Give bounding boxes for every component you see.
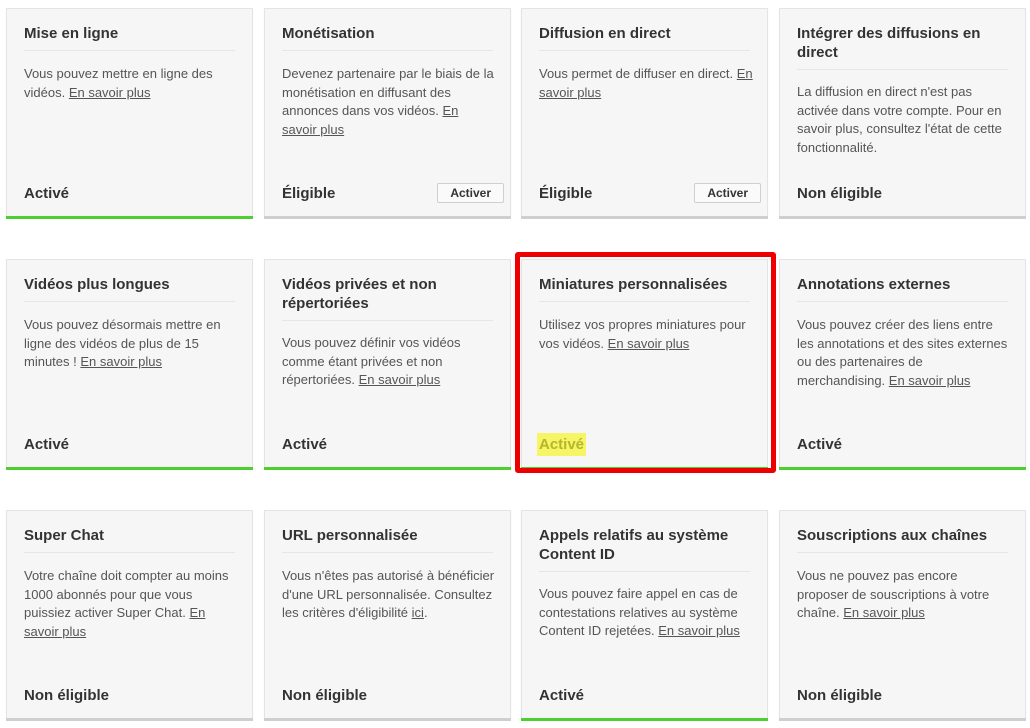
learn-more-link[interactable]: En savoir plus xyxy=(69,85,151,100)
feature-card: Mise en ligne Vous pouvez mettre en ligne… xyxy=(6,8,253,219)
description-text: La diffusion en direct n'est pas activée… xyxy=(797,84,1002,155)
learn-more-link[interactable]: En savoir plus xyxy=(658,623,740,638)
description-text: Vous n'êtes pas autorisé à bénéficier d'… xyxy=(282,568,495,620)
feature-card: Appels relatifs au système Content ID Vou… xyxy=(521,510,768,721)
activate-button[interactable]: Activer xyxy=(437,183,504,203)
status-label: Non éligible xyxy=(24,687,109,704)
status-bar xyxy=(521,467,768,470)
status-label: Activé xyxy=(797,436,842,453)
card-description: Vous pouvez définir vos vidéos comme éta… xyxy=(282,334,496,390)
status-text: Activé xyxy=(797,436,843,453)
status-bar xyxy=(779,216,1026,219)
status-label: Activé xyxy=(24,436,69,453)
status-label: Non éligible xyxy=(797,687,882,704)
status-text: Éligible xyxy=(539,185,593,202)
status-bar xyxy=(6,718,253,721)
card-title: Monétisation xyxy=(282,24,493,51)
card-title: URL personnalisée xyxy=(282,526,493,553)
status-label: Activé xyxy=(282,436,327,453)
feature-card: Vidéos plus longues Vous pouvez désormais… xyxy=(6,259,253,470)
status-bar xyxy=(264,718,511,721)
status-text: Activé xyxy=(24,436,70,453)
status-text: Activé xyxy=(24,185,70,202)
card-description: Vous ne pouvez pas encore proposer de so… xyxy=(797,567,1011,623)
learn-more-link[interactable]: En savoir plus xyxy=(843,605,925,620)
status-text: Activé xyxy=(539,687,585,704)
card-title: Mise en ligne xyxy=(24,24,235,51)
activate-button[interactable]: Activer xyxy=(694,183,761,203)
card-description: La diffusion en direct n'est pas activée… xyxy=(797,83,1011,157)
learn-more-link[interactable]: ici xyxy=(412,605,424,620)
feature-card: Souscriptions aux chaînes Vous ne pouvez … xyxy=(779,510,1026,721)
card-description: Utilisez vos propres miniatures pour vos… xyxy=(539,316,753,353)
feature-card: Miniatures personnalisées Utilisez vos pr… xyxy=(521,259,768,470)
learn-more-link[interactable]: En savoir plus xyxy=(889,373,971,388)
status-label: Activé xyxy=(539,687,584,704)
card-description: Votre chaîne doit compter au moins 1000 … xyxy=(24,567,238,641)
card-title: Vidéos plus longues xyxy=(24,275,235,302)
status-text: Non éligible xyxy=(282,687,368,704)
card-description: Vous permet de diffuser en direct. En sa… xyxy=(539,65,753,102)
card-title: Annotations externes xyxy=(797,275,1008,302)
status-bar xyxy=(264,467,511,470)
card-title: Diffusion en direct xyxy=(539,24,750,51)
description-text: Vous permet de diffuser en direct. xyxy=(539,66,737,81)
status-bar xyxy=(521,718,768,721)
card-description: Devenez partenaire par le biais de la mo… xyxy=(282,65,496,139)
card-description: Vous pouvez faire appel en cas de contes… xyxy=(539,585,753,641)
card-title: Appels relatifs au système Content ID xyxy=(539,526,750,572)
status-bar xyxy=(264,216,511,219)
feature-card: URL personnalisée Vous n'êtes pas autoris… xyxy=(264,510,511,721)
status-bar xyxy=(6,216,253,219)
status-bar xyxy=(521,216,768,219)
feature-card: Vidéos privées et non répertoriées Vous p… xyxy=(264,259,511,470)
card-title: Super Chat xyxy=(24,526,235,553)
feature-card: Intégrer des diffusions en direct La diff… xyxy=(779,8,1026,219)
card-description: Vous n'êtes pas autorisé à bénéficier d'… xyxy=(282,567,496,623)
learn-more-link[interactable]: En savoir plus xyxy=(359,372,441,387)
learn-more-link[interactable]: En savoir plus xyxy=(608,336,690,351)
status-label: Activé xyxy=(537,433,587,456)
status-text: Activé xyxy=(282,436,328,453)
feature-card: Monétisation Devenez partenaire par le bi… xyxy=(264,8,511,219)
status-label: Non éligible xyxy=(797,185,882,202)
status-label: Non éligible xyxy=(282,687,367,704)
status-label: Activé xyxy=(24,185,69,202)
card-title: Vidéos privées et non répertoriées xyxy=(282,275,493,321)
status-bar xyxy=(779,718,1026,721)
feature-card: Diffusion en direct Vous permet de diffus… xyxy=(521,8,768,219)
card-title: Intégrer des diffusions en direct xyxy=(797,24,1008,70)
status-text: Activé xyxy=(537,433,587,456)
card-title: Miniatures personnalisées xyxy=(539,275,750,302)
status-text: Non éligible xyxy=(797,185,883,202)
card-description: Vous pouvez créer des liens entre les an… xyxy=(797,316,1011,390)
status-bar xyxy=(779,467,1026,470)
learn-more-link[interactable]: En savoir plus xyxy=(80,354,162,369)
status-label: Éligible xyxy=(539,185,592,202)
card-title: Souscriptions aux chaînes xyxy=(797,526,1008,553)
status-bar xyxy=(6,467,253,470)
status-text: Éligible xyxy=(282,185,336,202)
status-text: Non éligible xyxy=(797,687,883,704)
feature-card: Annotations externes Vous pouvez créer de… xyxy=(779,259,1026,470)
status-text: Non éligible xyxy=(24,687,110,704)
description-text: Devenez partenaire par le biais de la mo… xyxy=(282,66,494,118)
card-description: Vous pouvez mettre en ligne des vidéos. … xyxy=(24,65,238,102)
description-suffix: . xyxy=(423,605,428,620)
card-description: Vous pouvez désormais mettre en ligne de… xyxy=(24,316,238,372)
feature-card: Super Chat Votre chaîne doit compter au m… xyxy=(6,510,253,721)
status-label: Éligible xyxy=(282,185,335,202)
